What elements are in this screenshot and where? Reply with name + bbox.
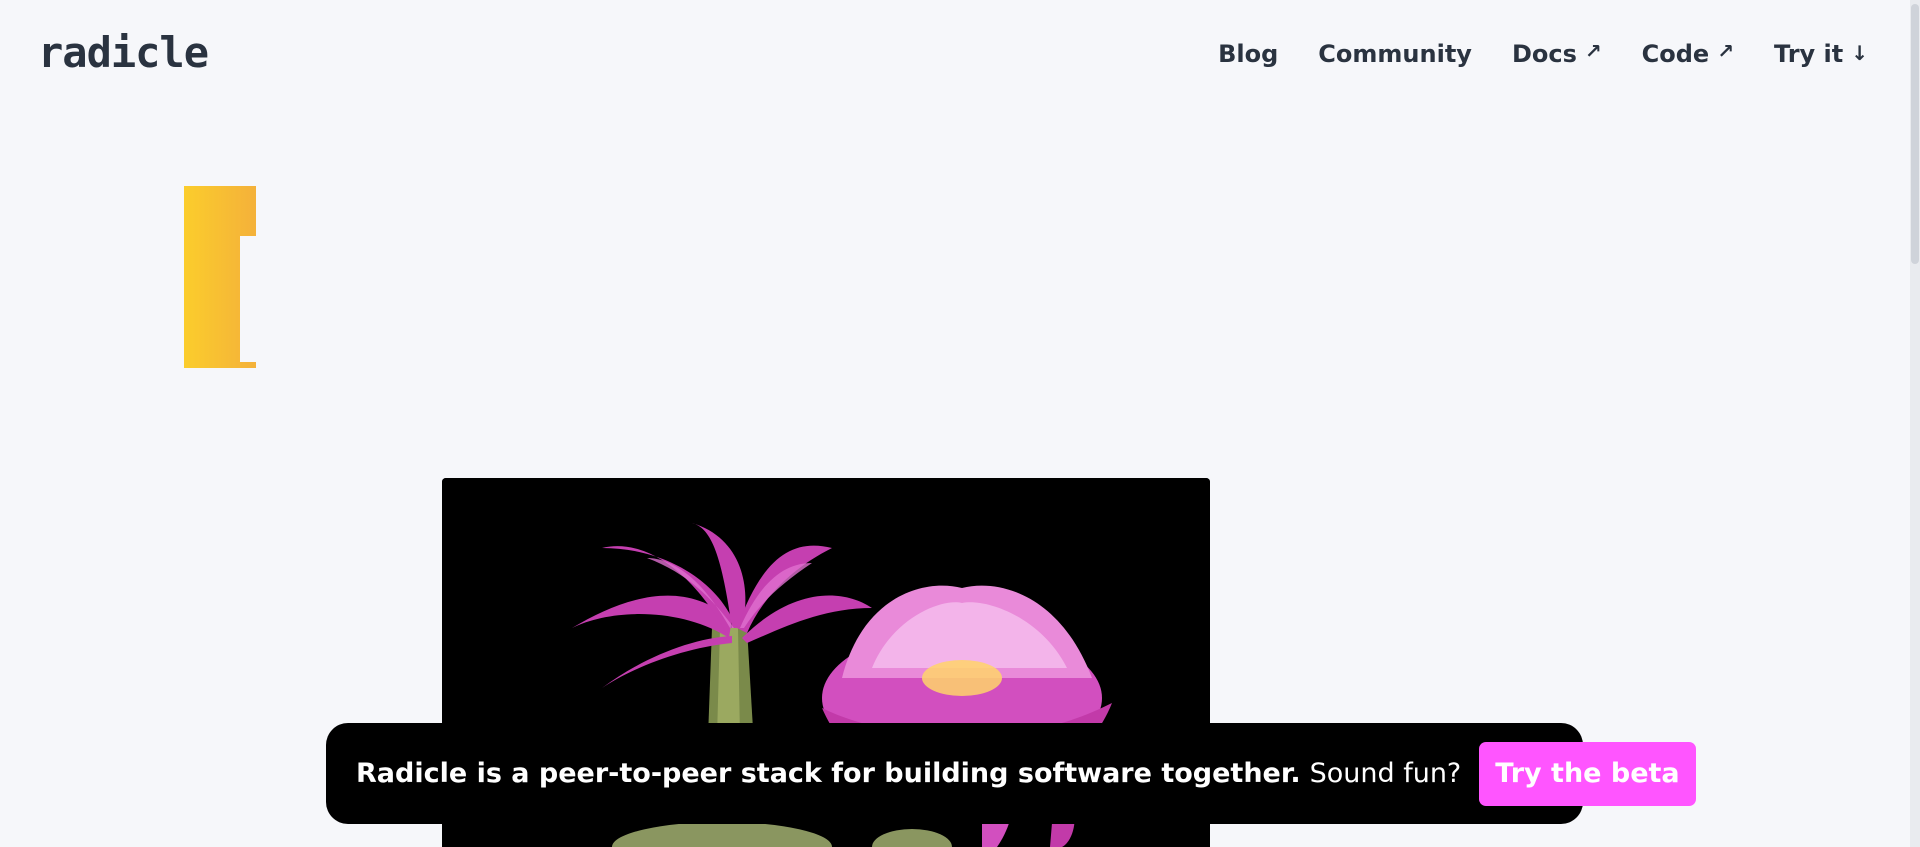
nav-community[interactable]: Community [1318, 40, 1472, 68]
banner-question: Sound fun? [1309, 758, 1462, 789]
nav-code-label: Code [1641, 40, 1710, 68]
try-the-beta-button[interactable]: Try the beta [1479, 741, 1696, 806]
page: radicle Blog Community Docs ↗ Code ↗ Try… [0, 0, 1920, 847]
page-scrollbar[interactable] [1910, 0, 1920, 847]
external-link-icon: ↗ [1717, 39, 1734, 63]
nav-docs-label: Docs [1511, 40, 1577, 68]
banner-tagline: Radicle is a peer-to-peer stack for buil… [356, 758, 1301, 789]
main-nav: Blog Community Docs ↗ Code ↗ Try it ↓ [1218, 40, 1868, 68]
site-header: radicle Blog Community Docs ↗ Code ↗ Try… [0, 0, 1910, 110]
cta-banner: Radicle is a peer-to-peer stack for buil… [326, 723, 1696, 824]
nav-blog-label: Blog [1218, 40, 1279, 68]
nav-community-label: Community [1318, 40, 1472, 68]
nav-docs[interactable]: Docs ↗ [1512, 40, 1602, 68]
nav-try-it[interactable]: Try it ↓ [1774, 40, 1868, 68]
nav-try-it-label: Try it [1773, 40, 1844, 68]
external-link-icon: ↗ [1584, 39, 1602, 63]
arrow-down-icon: ↓ [1851, 41, 1868, 65]
nav-code[interactable]: Code ↗ [1642, 40, 1734, 68]
scrollbar-thumb[interactable] [1911, 4, 1919, 264]
bracket-graphic [184, 186, 256, 368]
nav-blog[interactable]: Blog [1218, 40, 1278, 68]
radicle-logo[interactable]: radicle [38, 28, 209, 77]
